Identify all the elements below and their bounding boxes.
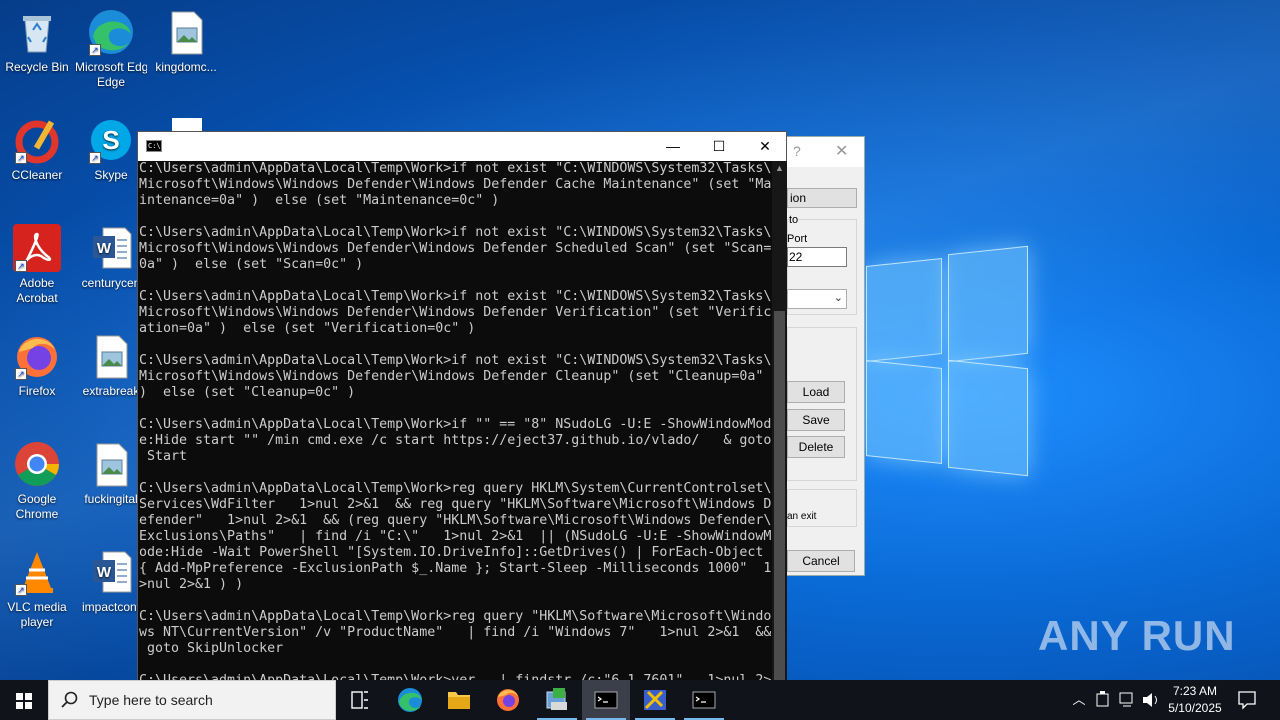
file-icon bbox=[162, 118, 210, 132]
console-output[interactable]: C:\Users\admin\AppData\Local\Temp\Work>i… bbox=[139, 161, 771, 692]
desktop-icon-acrobat[interactable]: ↗ Adobe Acrobat bbox=[1, 224, 73, 306]
image-file-icon bbox=[87, 440, 135, 488]
desktop-icon-ccleaner[interactable]: ↗ CCleaner bbox=[1, 116, 73, 183]
edge-icon bbox=[398, 688, 422, 712]
desktop-icon-label: Microsoft Edge bbox=[75, 60, 147, 74]
scrollbar-thumb[interactable] bbox=[774, 311, 785, 692]
delete-button[interactable]: Delete bbox=[787, 436, 845, 458]
taskbar-clock[interactable]: 7:23 AM 5/10/2025 bbox=[1160, 683, 1230, 717]
cancel-button[interactable]: Cancel bbox=[787, 550, 855, 572]
svg-text:S: S bbox=[102, 125, 119, 155]
dialog-label-to: to bbox=[789, 214, 799, 226]
desktop-icon-label: Recycle Bin bbox=[5, 60, 69, 74]
show-hidden-icons[interactable]: ︿ bbox=[1068, 680, 1090, 720]
image-file-icon bbox=[162, 8, 210, 56]
vlc-icon: ↗ bbox=[13, 548, 61, 596]
desktop-icon-firefox[interactable]: ↗ Firefox bbox=[1, 332, 73, 399]
desktop-icon-edge[interactable]: ↗ Microsoft Edge Edge bbox=[75, 8, 147, 90]
minimize-button[interactable]: — bbox=[650, 132, 696, 161]
desktop-icon-label-line2: Chrome bbox=[15, 507, 59, 521]
start-button[interactable] bbox=[0, 680, 48, 720]
desktop-icon-recycle-bin[interactable]: Recycle Bin bbox=[1, 8, 73, 75]
firefox-icon: ↗ bbox=[13, 332, 61, 380]
cmd-titlebar[interactable]: C:\ — ☐ ✕ bbox=[138, 132, 786, 161]
dialog-exit-text: an exit bbox=[787, 511, 817, 522]
chevron-down-icon: ⌄ bbox=[833, 292, 843, 304]
cmd-icon bbox=[692, 691, 716, 709]
desktop-icon-label: CCleaner bbox=[11, 168, 63, 182]
dialog-help-button[interactable]: ? bbox=[793, 143, 801, 159]
acrobat-icon: ↗ bbox=[13, 224, 61, 272]
tool-icon bbox=[644, 690, 666, 710]
chevron-up-icon: ︿ bbox=[1072, 692, 1086, 707]
taskbar-file-explorer[interactable] bbox=[435, 680, 483, 720]
windows-logo-wallpaper bbox=[866, 242, 1028, 478]
search-placeholder: Type here to search bbox=[89, 692, 213, 708]
taskbar-firefox[interactable] bbox=[484, 680, 532, 720]
cmd-icon bbox=[594, 691, 618, 709]
desktop-icon-label-line2: Acrobat bbox=[16, 291, 58, 305]
taskbar: Type here to search ︿ 7:23 AM 5/10/2025 bbox=[0, 680, 1280, 720]
image-file-icon bbox=[87, 332, 135, 380]
cmd-window[interactable]: C:\ — ☐ ✕ C:\Users\admin\AppData\Local\T… bbox=[137, 131, 787, 692]
clock-time: 7:23 AM bbox=[1172, 684, 1218, 698]
load-button[interactable]: Load bbox=[787, 381, 845, 403]
recycle-bin-icon bbox=[13, 8, 61, 56]
task-view-button[interactable] bbox=[336, 680, 384, 720]
windows-start-icon bbox=[16, 693, 32, 709]
desktop-icon-label: Google bbox=[17, 492, 57, 506]
taskbar-edge[interactable] bbox=[386, 680, 434, 720]
console-scrollbar[interactable]: ▲ bbox=[772, 161, 787, 692]
desktop-icon-label: kingdomc... bbox=[155, 60, 217, 74]
ccleaner-icon: ↗ bbox=[13, 116, 61, 164]
skype-icon: S ↗ bbox=[87, 116, 135, 164]
desktop-icon-label-line2: player bbox=[20, 615, 54, 629]
desktop-icon-label: Adobe bbox=[19, 276, 55, 290]
notifications-button[interactable] bbox=[1234, 680, 1260, 720]
desktop-icon-label: VLC media bbox=[7, 600, 67, 614]
chrome-icon bbox=[13, 440, 61, 488]
svg-text:W: W bbox=[97, 240, 112, 257]
dialog-close-button[interactable]: ✕ bbox=[835, 141, 848, 161]
anyrun-watermark: ANY RUN bbox=[1038, 612, 1236, 659]
volume-icon[interactable] bbox=[1140, 680, 1162, 720]
search-icon bbox=[61, 691, 78, 708]
installer-icon bbox=[546, 688, 567, 710]
notification-icon bbox=[1238, 691, 1256, 710]
port-input[interactable]: 22 bbox=[787, 247, 847, 267]
desktop-icon-label: Firefox bbox=[18, 384, 56, 398]
desktop-icon-chrome[interactable]: Google Chrome bbox=[1, 440, 73, 522]
desktop-icon-label-line2: Edge bbox=[96, 75, 126, 89]
task-view-icon bbox=[351, 691, 368, 709]
taskbar-installer[interactable] bbox=[533, 680, 581, 720]
desktop-icon-kingdomc[interactable]: kingdomc... bbox=[150, 8, 222, 75]
save-button[interactable]: Save bbox=[787, 409, 845, 431]
network-icon[interactable] bbox=[1116, 680, 1138, 720]
desktop-icon-vlc[interactable]: ↗ VLC media player bbox=[1, 548, 73, 630]
cmd-icon: C:\ bbox=[146, 140, 162, 152]
word-doc-icon: W bbox=[87, 224, 135, 272]
taskbar-cmd-2[interactable] bbox=[680, 680, 728, 720]
taskbar-search-box[interactable]: Type here to search bbox=[48, 680, 336, 720]
taskbar-cmd-active[interactable] bbox=[582, 680, 630, 720]
tray-device-icon[interactable] bbox=[1092, 680, 1114, 720]
maximize-button[interactable]: ☐ bbox=[696, 132, 742, 161]
word-doc-icon: W bbox=[87, 548, 135, 596]
taskbar-tool[interactable] bbox=[631, 680, 679, 720]
firefox-icon bbox=[497, 689, 519, 711]
dialog-partial-button[interactable]: ion bbox=[787, 188, 857, 208]
clock-date: 5/10/2025 bbox=[1168, 701, 1222, 715]
edge-icon: ↗ bbox=[87, 8, 135, 56]
close-button[interactable]: ✕ bbox=[742, 132, 788, 161]
scroll-up-icon[interactable]: ▲ bbox=[775, 163, 784, 173]
dialog-dropdown[interactable]: ⌄ bbox=[787, 289, 847, 309]
folder-icon bbox=[448, 692, 470, 709]
svg-text:W: W bbox=[97, 564, 112, 581]
dialog-label-port: Port bbox=[787, 233, 808, 245]
